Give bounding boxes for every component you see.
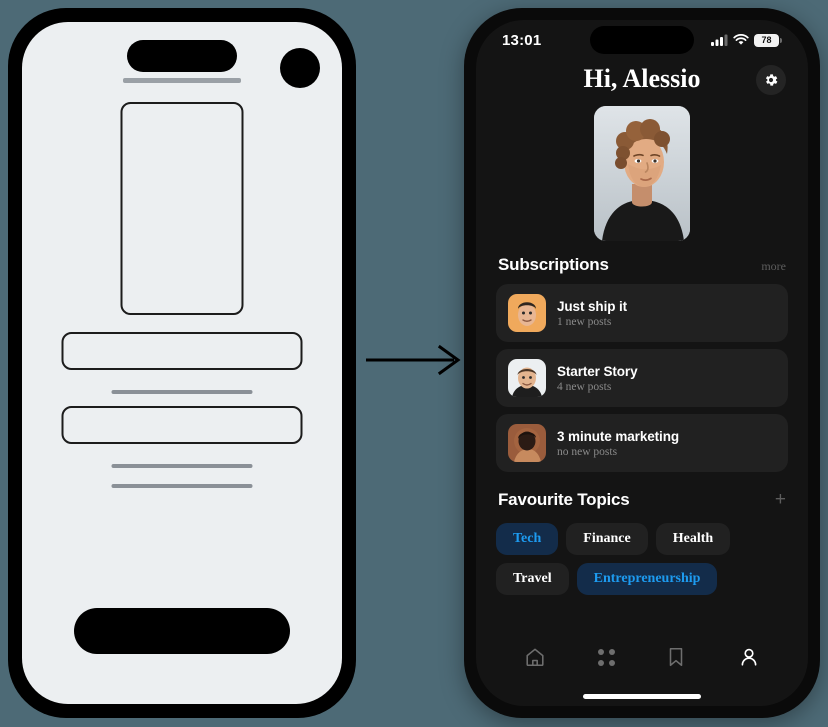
notch-pill-placeholder (127, 40, 237, 72)
subscription-name: 3 minute marketing (557, 428, 679, 444)
camera-circle-placeholder (280, 48, 320, 88)
image-placeholder (120, 102, 244, 315)
subscription-avatar (508, 294, 546, 332)
home-icon (526, 648, 544, 667)
app-phone: 13:01 78 Hi, Alessio Subscriptions more … (464, 8, 820, 718)
subscription-meta: 1 new posts (557, 315, 612, 328)
status-time: 13:01 (502, 31, 542, 49)
bookmark-icon (670, 647, 683, 667)
screenshot-stage: 13:01 78 Hi, Alessio Subscriptions more … (0, 0, 828, 727)
subscriptions-more-link[interactable]: more (761, 259, 786, 274)
profile-photo-wrapper (476, 106, 808, 241)
subscription-item[interactable]: Starter Story 4 new posts (496, 349, 788, 407)
wifi-icon (733, 34, 749, 45)
topic-pill[interactable]: Entrepreneurship (576, 563, 718, 595)
topic-pill[interactable]: Tech (496, 523, 559, 555)
subscription-item[interactable]: 3 minute marketing no new posts (496, 414, 788, 472)
tab-profile[interactable] (738, 646, 760, 668)
field-placeholder-1 (61, 332, 303, 370)
topic-pill[interactable]: Health (655, 523, 731, 555)
favourite-topics-title: Favourite Topics (498, 490, 630, 509)
subscription-text: Just ship it 1 new posts (557, 299, 627, 328)
bottom-tab-bar (476, 628, 808, 686)
home-indicator (476, 686, 808, 706)
wireframe-screen (22, 22, 342, 704)
grid-icon (597, 648, 615, 666)
tab-home[interactable] (524, 646, 546, 668)
text-line-placeholder-3 (111, 484, 253, 488)
tab-bookmarks[interactable] (666, 646, 686, 668)
subscription-text: 3 minute marketing no new posts (557, 429, 679, 458)
text-line-placeholder-1 (111, 390, 253, 394)
subscriptions-list: Just ship it 1 new posts Starter Story 4… (476, 284, 808, 472)
cta-button-placeholder (74, 608, 290, 654)
topic-pill[interactable]: Travel (496, 563, 569, 595)
subscriptions-header: Subscriptions more (476, 255, 808, 275)
dynamic-island (590, 26, 694, 54)
app-screen: 13:01 78 Hi, Alessio Subscriptions more … (476, 20, 808, 706)
subscriptions-title: Subscriptions (498, 255, 609, 274)
subscription-item[interactable]: Just ship it 1 new posts (496, 284, 788, 342)
battery-level: 78 (761, 34, 772, 45)
subscription-meta: 4 new posts (557, 380, 612, 393)
arrow-right-icon (364, 340, 468, 380)
plus-icon[interactable]: + (775, 490, 786, 509)
gear-icon (765, 74, 778, 86)
page-header: Hi, Alessio (476, 60, 808, 100)
battery-nub (780, 37, 782, 43)
status-indicators: 78 (711, 33, 782, 47)
settings-button[interactable] (756, 65, 786, 95)
battery-indicator: 78 (754, 33, 782, 47)
wireframe-phone (8, 8, 356, 718)
subscription-text: Starter Story 4 new posts (557, 363, 638, 393)
status-bar: 13:01 78 (476, 20, 808, 60)
person-icon (741, 648, 757, 666)
subscription-avatar (508, 424, 546, 462)
subscription-meta: no new posts (557, 445, 618, 458)
field-placeholder-2 (61, 406, 303, 444)
favourite-topics-header: Favourite Topics + (476, 490, 808, 510)
subscription-name: Just ship it (557, 298, 628, 314)
notch-underline-placeholder (123, 78, 241, 83)
subscription-name: Starter Story (557, 363, 638, 379)
subscription-avatar (508, 359, 546, 397)
profile-photo (594, 106, 690, 241)
topic-pill[interactable]: Finance (566, 523, 648, 555)
page-title: Hi, Alessio (583, 64, 701, 93)
cellular-bars-icon (711, 34, 728, 46)
text-line-placeholder-2 (111, 464, 253, 468)
favourite-topics-list: Tech Finance Health Travel Entrepreneurs… (476, 523, 808, 595)
tab-discover[interactable] (597, 648, 615, 666)
